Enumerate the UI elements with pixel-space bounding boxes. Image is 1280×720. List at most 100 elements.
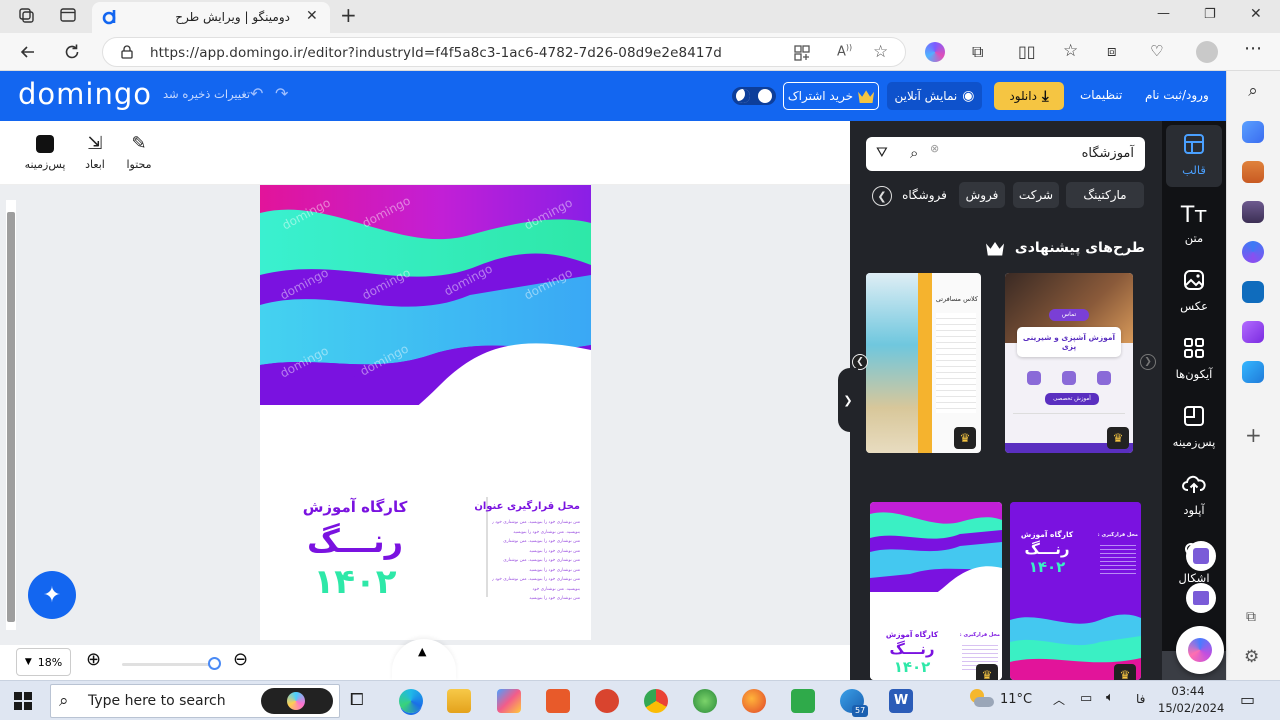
panel-collapse-handle[interactable]: ❯: [838, 368, 858, 432]
workspaces-icon[interactable]: [16, 6, 36, 26]
zoom-select[interactable]: ▼ 18%: [16, 648, 71, 676]
network-icon[interactable]: ▭: [1080, 691, 1092, 706]
nav-background[interactable]: پس‌زمینه: [1166, 397, 1222, 459]
new-tab-button[interactable]: +: [340, 3, 357, 27]
app-p-icon[interactable]: [595, 689, 619, 713]
url-text[interactable]: https://app.domingo.ir/editor?industryId…: [150, 45, 722, 61]
domingo-logo[interactable]: domingo: [18, 77, 152, 111]
open-external-icon[interactable]: ⧉: [1246, 609, 1256, 625]
settings-link[interactable]: تنظیمات: [1080, 88, 1122, 102]
sidebar-settings-icon[interactable]: ⚙: [1244, 647, 1259, 667]
clock-time[interactable]: 03:44: [1160, 684, 1216, 698]
ai-assistant-fab[interactable]: [1176, 626, 1224, 674]
close-window-button[interactable]: ✕: [1250, 6, 1262, 22]
magic-wand-button[interactable]: ✦: [28, 571, 76, 619]
back-icon[interactable]: [18, 42, 38, 62]
dimensions-tool[interactable]: ⇲ ابعاد: [70, 133, 120, 171]
zoom-slider-handle[interactable]: [208, 657, 221, 670]
more-menu-icon[interactable]: ⋯: [1244, 38, 1262, 59]
redo-icon[interactable]: ↷: [275, 84, 288, 103]
read-aloud-icon[interactable]: A)): [837, 43, 852, 59]
volume-icon[interactable]: 🔈︎: [1106, 690, 1114, 705]
lock-icon[interactable]: [119, 44, 135, 60]
edge-taskbar-icon[interactable]: [399, 689, 423, 713]
games-icon[interactable]: [1242, 201, 1264, 223]
buy-subscription-button[interactable]: خرید اشتراک: [783, 82, 879, 110]
chips-scroll-left-icon[interactable]: ❮: [872, 186, 892, 206]
add-sidebar-app-icon[interactable]: +: [1245, 423, 1262, 447]
template-card[interactable]: کارگاه آموزش رنـــگ ۱۴۰۲ محل قرارگیری عن…: [870, 502, 1002, 680]
copilot-sidebar-icon[interactable]: [1242, 241, 1264, 263]
profile-avatar[interactable]: [1196, 41, 1218, 63]
extensions-icon[interactable]: ⧉: [972, 42, 983, 62]
firefox-icon[interactable]: [742, 689, 766, 713]
vertical-scrollbar[interactable]: [6, 200, 16, 630]
download-button[interactable]: ⤓ دانلود: [994, 82, 1064, 110]
nav-icons[interactable]: آیکون‌ها: [1166, 329, 1222, 391]
file-explorer-icon[interactable]: [447, 689, 471, 713]
app-green-icon[interactable]: [791, 689, 815, 713]
copilot-icon[interactable]: [925, 42, 945, 62]
clock-date[interactable]: 15/02/2024: [1158, 701, 1224, 715]
close-tab-icon[interactable]: ✕: [306, 8, 318, 24]
designer-icon[interactable]: [1242, 321, 1264, 343]
zoom-slider-track[interactable]: [122, 663, 212, 666]
zoom-out-icon[interactable]: ⊖: [233, 649, 248, 670]
tools-icon[interactable]: [1242, 161, 1264, 183]
chip-shop[interactable]: فروشگاه: [896, 182, 953, 208]
favorites-icon[interactable]: ☆: [1063, 41, 1078, 61]
filter-icon[interactable]: ⛛: [876, 145, 888, 161]
template-search-input[interactable]: آموزشگاه: [956, 146, 1134, 161]
store-icon[interactable]: [497, 689, 521, 713]
chip-company[interactable]: شرکت: [1013, 182, 1059, 208]
chip-marketing[interactable]: مارکتینگ: [1066, 182, 1144, 208]
undo-icon[interactable]: ↶: [250, 84, 263, 103]
refresh-icon[interactable]: [62, 42, 82, 62]
app-c-icon[interactable]: [546, 689, 570, 713]
zoom-in-icon[interactable]: ⊕: [86, 649, 101, 670]
dark-mode-toggle[interactable]: [732, 87, 776, 105]
clear-search-icon[interactable]: ⊗: [930, 142, 939, 155]
taskbar-search-input[interactable]: Type here to search: [88, 693, 226, 709]
app-globe-icon[interactable]: [693, 689, 717, 713]
url-box[interactable]: https://app.domingo.ir/editor?industryId…: [102, 37, 906, 67]
outlook-icon[interactable]: [1242, 281, 1264, 303]
login-link[interactable]: ورود/ثبت نام: [1145, 88, 1209, 102]
nav-template[interactable]: قالب: [1166, 125, 1222, 187]
browser-essentials-icon[interactable]: ♡: [1150, 42, 1163, 60]
windows-start-icon[interactable]: [14, 692, 32, 710]
search-icon[interactable]: ⌕: [910, 144, 918, 162]
language-indicator[interactable]: فا: [1136, 692, 1145, 706]
nav-text[interactable]: Tт متن: [1166, 193, 1222, 255]
notifications-icon[interactable]: ▭: [1240, 690, 1255, 709]
tab-actions-icon[interactable]: [58, 6, 78, 26]
chip-sales[interactable]: فروش: [959, 182, 1005, 208]
nav-image[interactable]: عکس: [1166, 261, 1222, 323]
weather-icon[interactable]: [968, 689, 994, 709]
task-view-icon[interactable]: ⧠: [350, 690, 364, 710]
collections-icon[interactable]: ⧈: [1107, 42, 1117, 60]
design-side-heading[interactable]: محل قرارگیری عنوان: [474, 501, 580, 512]
design-year[interactable]: ۱۴۰۲: [300, 562, 410, 602]
taskbar-search[interactable]: ⌕ Type here to search: [50, 684, 340, 718]
restore-button[interactable]: ❐: [1204, 7, 1216, 22]
background-tool[interactable]: پس‌زمینه: [20, 133, 70, 171]
content-tool[interactable]: ✎ محتوا: [114, 133, 164, 171]
minimize-button[interactable]: —: [1157, 6, 1170, 21]
favorite-star-icon[interactable]: ☆: [873, 42, 888, 62]
split-screen-icon[interactable]: ▯▯: [1018, 42, 1036, 61]
app-available-icon[interactable]: [793, 44, 811, 62]
template-card[interactable]: کارگاه آموزش رنـــگ ۱۴۰۲ محل قرارگیری عن…: [1010, 502, 1141, 680]
read-fab[interactable]: [1186, 583, 1216, 613]
pages-toggle[interactable]: ▲: [392, 639, 456, 681]
template-search-box[interactable]: ⛛ ⌕ ⊗ آموزشگاه: [866, 137, 1145, 171]
send-icon[interactable]: [1242, 361, 1264, 383]
design-side-body[interactable]: متن نوشتاری خود را بنویسید. متن نوشتاری …: [492, 518, 580, 604]
template-card[interactable]: کلاس مسافرتی ♛: [866, 273, 981, 453]
design-title-main[interactable]: رنـــگ: [300, 522, 410, 560]
carousel-right-icon[interactable]: ❯: [1140, 354, 1156, 370]
design-canvas[interactable]: domingo domingo domingo domingo domingo …: [260, 185, 591, 640]
nav-upload[interactable]: آپلود: [1166, 465, 1222, 527]
tray-chevron-icon[interactable]: ︿: [1053, 691, 1065, 708]
translate-fab[interactable]: [1186, 541, 1216, 571]
